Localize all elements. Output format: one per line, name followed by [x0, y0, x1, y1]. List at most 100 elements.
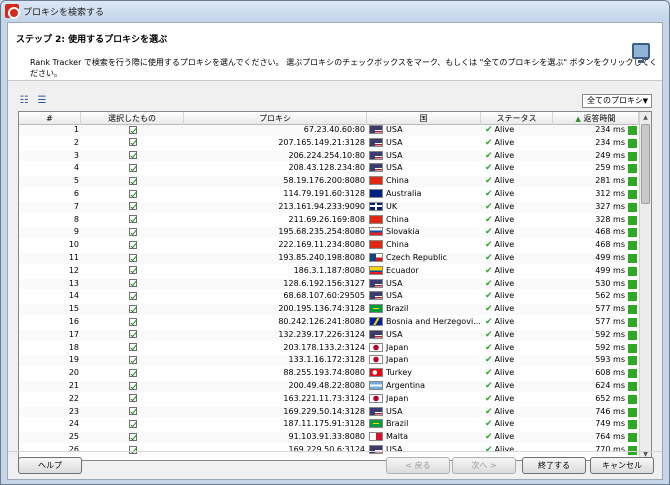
table-row[interactable]: 11 193.85.240.198:8080 Czech Republic ✔ Aliv…: [19, 253, 639, 264]
row-status-cell: ✔ Alive: [481, 317, 553, 328]
row-proxy: 186.3.1.187:8080: [293, 265, 365, 275]
response-bar: [628, 330, 637, 340]
table-row[interactable]: 1 67.23.40.60:80 USA ✔ Alive 234 ms: [19, 125, 639, 136]
scroll-up-icon[interactable]: ▲: [640, 112, 651, 123]
country-flag-icon: [369, 214, 383, 224]
table-row[interactable]: 24 187.11.175.91:3128 Brazil ✔ Alive 749 ms: [19, 419, 639, 430]
row-country-cell: USA: [367, 406, 481, 418]
table-row[interactable]: 4 208.43.128.234:80 USA ✔ Alive 259 ms: [19, 163, 639, 174]
row-select-checkbox[interactable]: [128, 266, 137, 275]
cancel-button[interactable]: キャンセル: [590, 457, 654, 474]
table-row[interactable]: 3 206.224.254.10:80 USA ✔ Alive 249 ms: [19, 150, 639, 162]
table-row[interactable]: 8 211.69.26.169:808 China ✔ Alive 328 ms: [19, 214, 639, 226]
select-all-icon[interactable]: ☷: [18, 95, 30, 106]
row-country: Brazil: [386, 304, 409, 314]
proxy-filter-value: 全てのプロキシ: [587, 96, 643, 105]
row-status-cell: ✔ Alive: [481, 227, 553, 238]
column-number[interactable]: #: [19, 112, 81, 125]
table-row[interactable]: 12 186.3.1.187:8080 Ecuador ✔ Alive 499 ms: [19, 265, 639, 277]
help-button[interactable]: ヘルプ: [18, 457, 82, 474]
row-status-cell: ✔ Alive: [481, 368, 553, 379]
row-select-checkbox[interactable]: [128, 381, 137, 390]
table-row[interactable]: 5 58.19.176.200:8080 China ✔ Alive 281 ms: [19, 176, 639, 187]
row-status-cell: ✔ Alive: [481, 279, 553, 290]
row-status: Alive: [494, 393, 515, 403]
row-select-checkbox[interactable]: [128, 330, 137, 339]
row-select-checkbox[interactable]: [128, 240, 137, 249]
row-number: 3: [73, 150, 79, 160]
row-select-checkbox[interactable]: [128, 151, 137, 160]
table-row[interactable]: 16 80.242.126.241:8080 Bosnia and Herzegov…: [19, 317, 639, 328]
back-button[interactable]: < 戻る: [386, 457, 450, 474]
column-proxy[interactable]: プロキシ: [184, 112, 367, 125]
table-row[interactable]: 25 91.103.91.33:8080 Malta ✔ Alive 764 ms: [19, 432, 639, 443]
checkmark-icon: ✔: [485, 317, 493, 327]
table-row[interactable]: 10 222.169.11.234:8080 China ✔ Alive 468 ms: [19, 240, 639, 251]
table-row[interactable]: 6 114.79.191.60:3128 Australia ✔ Alive 312 ms: [19, 189, 639, 200]
column-status[interactable]: ステータス: [481, 112, 553, 125]
row-select-checkbox[interactable]: [128, 432, 137, 441]
table-row[interactable]: 15 200.195.136.74:3128 Brazil ✔ Alive 577 ms: [19, 304, 639, 315]
row-country-cell: USA: [367, 163, 481, 174]
table-row[interactable]: 9 195.68.235.254:8080 Slovakia ✔ Alive 468 ms: [19, 227, 639, 239]
row-select-checkbox[interactable]: [128, 394, 137, 403]
country-flag-icon: [369, 304, 383, 314]
proxy-filter-select[interactable]: 全てのプロキシ ▼: [582, 94, 652, 108]
row-select-checkbox[interactable]: [128, 227, 137, 236]
row-select-checkbox[interactable]: [128, 317, 137, 326]
row-number: 16: [68, 317, 79, 326]
row-response-time-value: 577 ms: [595, 317, 625, 326]
row-select-cell: [81, 189, 184, 200]
finish-button[interactable]: 終了する: [522, 457, 586, 474]
row-response-time: 328 ms: [553, 215, 639, 226]
row-response-time: 577 ms: [553, 304, 639, 315]
table-row[interactable]: 20 88.255.193.74:8080 Turkey ✔ Alive 608 ms: [19, 368, 639, 379]
row-select-cell: [81, 317, 184, 328]
row-select-checkbox[interactable]: [128, 419, 137, 428]
row-select-checkbox[interactable]: [128, 138, 137, 147]
deselect-all-icon[interactable]: ☰: [36, 95, 48, 106]
row-select-checkbox[interactable]: [128, 125, 137, 134]
table-row[interactable]: 7 213.161.94.233:9090 UK ✔ Alive 327 ms: [19, 201, 639, 213]
column-selected[interactable]: 選択したもの: [81, 112, 184, 125]
row-number: 22: [68, 393, 79, 403]
row-proxy: 58.19.176.200:8080: [283, 176, 365, 186]
scrollbar-thumb[interactable]: [641, 124, 650, 204]
row-select-checkbox[interactable]: [128, 215, 137, 224]
row-country-cell: USA: [367, 278, 481, 290]
row-select-checkbox[interactable]: [128, 176, 137, 185]
table-row[interactable]: 19 133.1.16.172:3128 Japan ✔ Alive 593 ms: [19, 355, 639, 367]
column-response-time[interactable]: ▲ 返答時間: [553, 112, 639, 125]
proxy-table[interactable]: # 選択したもの プロキシ 国 ステータス ▲ 返答時間 1 67.23.40.6…: [18, 111, 652, 461]
next-button[interactable]: 次へ >: [452, 457, 516, 474]
row-select-checkbox[interactable]: [128, 279, 137, 288]
row-select-checkbox[interactable]: [128, 304, 137, 313]
row-select-checkbox[interactable]: [128, 291, 137, 300]
row-select-checkbox[interactable]: [128, 355, 137, 364]
table-row[interactable]: 14 68.68.107.60:29505 USA ✔ Alive 562 ms: [19, 291, 639, 302]
table-row[interactable]: 18 203.178.133.2:3124 Japan ✔ Alive 592 ms: [19, 342, 639, 354]
row-status-cell: ✔ Alive: [481, 215, 553, 226]
row-select-checkbox[interactable]: [128, 343, 137, 352]
row-select-checkbox[interactable]: [128, 253, 137, 262]
table-row[interactable]: 23 169.229.50.14:3128 USA ✔ Alive 746 ms: [19, 406, 639, 418]
monitor-icon: [632, 43, 650, 63]
checkmark-icon: ✔: [485, 278, 493, 289]
table-row[interactable]: 13 128.6.192.156:3127 USA ✔ Alive 530 ms: [19, 278, 639, 290]
row-select-cell: [81, 291, 184, 302]
table-row[interactable]: 2 207.165.149.21:3128 USA ✔ Alive 234 ms: [19, 137, 639, 149]
table-row[interactable]: 17 132.239.17.226:3124 USA ✔ Alive 592 ms: [19, 329, 639, 341]
row-select-checkbox[interactable]: [128, 202, 137, 211]
row-select-checkbox[interactable]: [128, 445, 137, 454]
row-country-cell: Australia: [367, 189, 481, 200]
table-row[interactable]: 21 200.49.48.22:8080 Argentina ✔ Alive 624 ms: [19, 381, 639, 392]
row-select-checkbox[interactable]: [128, 163, 137, 172]
row-select-checkbox[interactable]: [128, 368, 137, 377]
checkmark-icon: ✔: [485, 214, 493, 225]
column-country[interactable]: 国: [367, 112, 481, 125]
row-select-checkbox[interactable]: [128, 407, 137, 416]
table-row[interactable]: 22 163.221.11.73:3124 Japan ✔ Alive 652 ms: [19, 393, 639, 405]
row-select-checkbox[interactable]: [128, 189, 137, 198]
row-response-time: 499 ms: [553, 253, 639, 264]
vertical-scrollbar[interactable]: ▲ ▼: [639, 112, 651, 460]
